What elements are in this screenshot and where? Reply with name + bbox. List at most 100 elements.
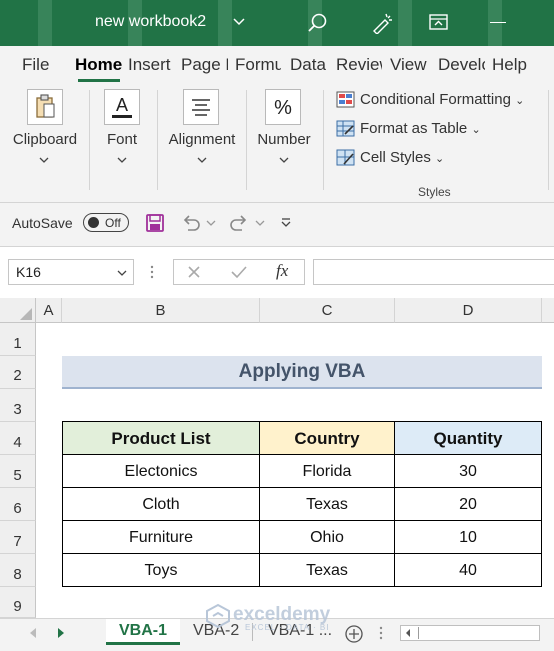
autosave-label: AutoSave xyxy=(12,215,73,231)
column-header-b[interactable]: B xyxy=(62,298,260,323)
chevron-down-icon[interactable] xyxy=(279,156,289,164)
row-header-9[interactable]: 9 xyxy=(0,587,36,618)
table-cell[interactable]: Toys xyxy=(63,554,260,587)
tab-formulas[interactable]: Formu xyxy=(235,55,281,75)
cancel-icon[interactable] xyxy=(186,264,202,280)
align-center-icon xyxy=(192,99,210,116)
clipboard-icon xyxy=(36,94,55,118)
exceldemy-logo-icon xyxy=(206,603,230,629)
table-cell[interactable]: Florida xyxy=(260,455,395,488)
add-sheet-icon[interactable] xyxy=(344,624,364,644)
header-country[interactable]: Country xyxy=(260,422,395,455)
title-cell[interactable]: Applying VBA xyxy=(62,356,542,389)
percent-icon: % xyxy=(274,97,292,119)
cell-styles-button[interactable]: Cell Styles ⌄ xyxy=(336,149,444,166)
chevron-down-icon[interactable] xyxy=(232,15,246,29)
enter-check-icon[interactable] xyxy=(230,264,248,280)
tab-data[interactable]: Data xyxy=(290,55,330,75)
customize-toolbar-icon[interactable] xyxy=(280,216,292,228)
table-cell[interactable]: Electonics xyxy=(63,455,260,488)
svg-text:A: A xyxy=(116,95,128,115)
conditional-formatting-label: Conditional Formatting xyxy=(360,91,511,108)
tab-splitter-icon[interactable] xyxy=(378,625,384,641)
number-button[interactable]: % xyxy=(265,89,301,125)
tab-home[interactable]: Home xyxy=(75,55,123,75)
row-header-2[interactable]: 2 xyxy=(0,356,36,389)
chevron-down-icon[interactable] xyxy=(206,219,216,227)
coauthoring-wand-icon[interactable] xyxy=(371,12,393,34)
insert-function-button[interactable]: fx xyxy=(276,261,288,281)
scroll-right-icon[interactable] xyxy=(56,627,66,639)
format-as-table-label: Format as Table xyxy=(360,120,468,137)
alignment-label[interactable]: Alignment xyxy=(163,131,241,148)
tab-help[interactable]: Help xyxy=(492,55,532,75)
name-box[interactable]: K16 xyxy=(8,259,134,285)
scroll-left-arrow-icon[interactable] xyxy=(404,628,412,638)
active-tab-indicator xyxy=(78,79,120,82)
clipboard-button[interactable] xyxy=(27,89,63,125)
tab-insert[interactable]: Insert xyxy=(128,55,175,75)
search-icon[interactable] xyxy=(307,12,329,34)
font-color-icon: A xyxy=(112,95,132,118)
conditional-formatting-button[interactable]: Conditional Formatting ⌄ xyxy=(336,91,524,108)
chevron-down-icon[interactable] xyxy=(197,156,207,164)
table-cell[interactable]: Texas xyxy=(260,554,395,587)
tab-page-layout[interactable]: Page L xyxy=(181,55,228,75)
header-quantity[interactable]: Quantity xyxy=(395,422,542,455)
chevron-down-icon: ⌄ xyxy=(515,95,525,107)
format-as-table-button[interactable]: Format as Table ⌄ xyxy=(336,120,481,137)
scrollbar-thumb[interactable] xyxy=(418,627,511,639)
sheet-tab-vba-1[interactable]: VBA-1 xyxy=(106,619,180,645)
scroll-left-icon[interactable] xyxy=(28,627,38,639)
column-header-e[interactable] xyxy=(542,298,554,323)
table-cell[interactable]: Ohio xyxy=(260,521,395,554)
table-cell[interactable]: Texas xyxy=(260,488,395,521)
row-header-3[interactable]: 3 xyxy=(0,389,36,422)
workbook-title[interactable]: new workbook2 xyxy=(95,13,206,31)
drag-handle-icon[interactable] xyxy=(149,264,155,280)
chevron-down-icon: ⌄ xyxy=(435,153,445,165)
chevron-down-icon[interactable] xyxy=(255,219,265,227)
watermark-tagline: EXCEL · DATA · BI xyxy=(245,623,330,632)
row-header-7[interactable]: 7 xyxy=(0,521,36,554)
table-cell[interactable]: 10 xyxy=(395,521,542,554)
redo-icon[interactable] xyxy=(228,213,250,233)
row-header-6[interactable]: 6 xyxy=(0,488,36,521)
table-cell[interactable]: 30 xyxy=(395,455,542,488)
chevron-down-icon[interactable] xyxy=(117,269,127,277)
number-label[interactable]: Number xyxy=(252,131,316,148)
title-bar xyxy=(0,0,554,46)
cell-styles-icon xyxy=(336,149,355,166)
chevron-down-icon: ⌄ xyxy=(471,124,481,136)
row-header-4[interactable]: 4 xyxy=(0,422,36,455)
save-icon[interactable] xyxy=(145,213,165,233)
row-header-8[interactable]: 8 xyxy=(0,554,36,587)
tab-developer[interactable]: Develo xyxy=(438,55,485,75)
clipboard-label[interactable]: Clipboard xyxy=(8,131,82,148)
undo-icon[interactable] xyxy=(180,213,202,233)
formula-input[interactable] xyxy=(313,259,554,285)
minimize-icon[interactable] xyxy=(490,22,506,23)
tab-view[interactable]: View xyxy=(390,55,430,75)
styles-group-label: Styles xyxy=(418,185,451,199)
table-cell[interactable]: 40 xyxy=(395,554,542,587)
ribbon-display-icon[interactable] xyxy=(429,13,449,31)
svg-text:%: % xyxy=(274,97,292,119)
font-button[interactable]: A xyxy=(104,89,140,125)
tab-file[interactable]: File xyxy=(22,55,58,75)
font-label[interactable]: Font xyxy=(95,131,149,148)
alignment-button[interactable] xyxy=(183,89,219,125)
table-cell[interactable]: Furniture xyxy=(63,521,260,554)
chevron-down-icon[interactable] xyxy=(39,156,49,164)
column-header-a[interactable]: A xyxy=(36,298,62,323)
column-header-d[interactable]: D xyxy=(395,298,542,323)
row-header-5[interactable]: 5 xyxy=(0,455,36,488)
header-product-list[interactable]: Product List xyxy=(63,422,260,455)
table-cell[interactable]: Cloth xyxy=(63,488,260,521)
chevron-down-icon[interactable] xyxy=(117,156,127,164)
column-header-c[interactable]: C xyxy=(260,298,395,323)
tab-review[interactable]: Review xyxy=(336,55,382,75)
row-header-1[interactable]: 1 xyxy=(0,323,36,356)
conditional-formatting-icon xyxy=(336,91,355,108)
table-cell[interactable]: 20 xyxy=(395,488,542,521)
